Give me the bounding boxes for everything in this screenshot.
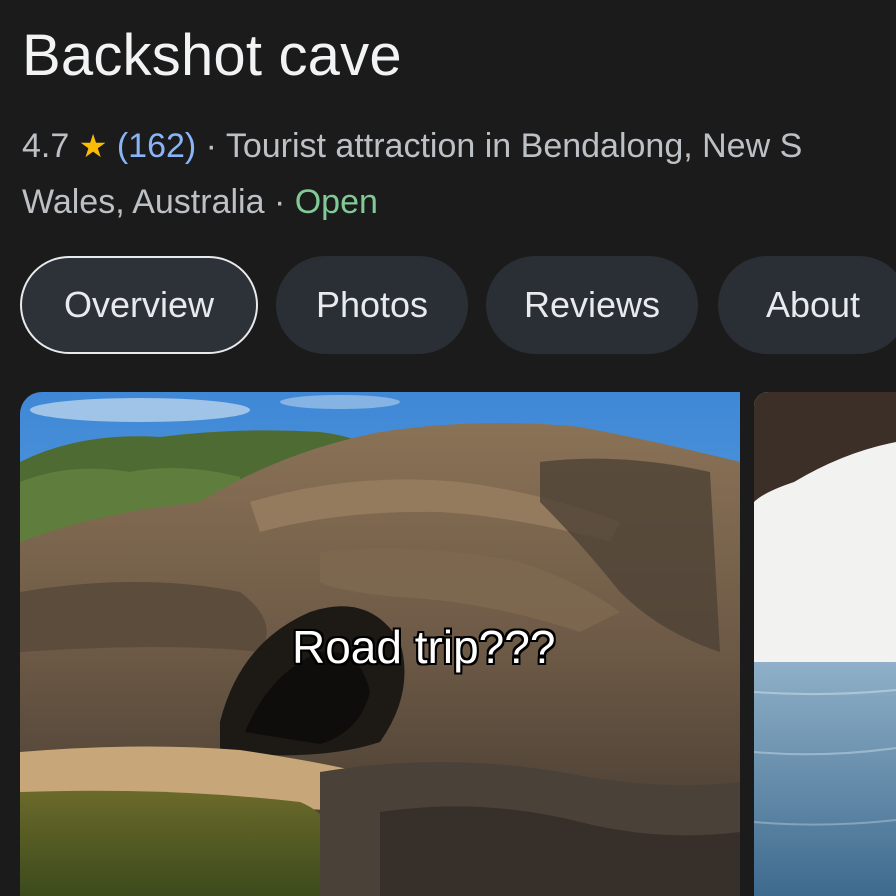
review-count-link[interactable]: (162) — [117, 127, 196, 165]
tab-about[interactable]: About — [718, 256, 896, 354]
tab-reviews[interactable]: Reviews — [486, 256, 698, 354]
separator: · — [196, 127, 226, 165]
rating-value: 4.7 — [22, 127, 70, 165]
place-category: Tourist attraction in Bendalong, New S — [225, 127, 803, 165]
meta-line-2: Wales, Australia · Open — [22, 174, 896, 230]
sea-view-photo[interactable] — [754, 392, 896, 896]
place-location: Wales, Australia — [22, 183, 265, 221]
place-title: Backshot cave — [22, 23, 402, 88]
tab-photos[interactable]: Photos — [276, 256, 468, 354]
open-status: Open — [294, 183, 378, 221]
photo-overlay-caption: Road trip??? — [292, 621, 556, 673]
tab-bar: Overview Photos Reviews About — [20, 256, 896, 356]
separator: · — [264, 183, 295, 221]
star-icon: ★ — [78, 128, 108, 164]
tab-overview[interactable]: Overview — [20, 256, 258, 354]
place-meta: 4.7 ★ (162) · Tourist attraction in Bend… — [22, 118, 896, 230]
meta-line-1: 4.7 ★ (162) · Tourist attraction in Bend… — [22, 118, 896, 174]
place-panel: Backshot cave 4.7 ★ (162) · Tourist attr… — [0, 0, 896, 896]
